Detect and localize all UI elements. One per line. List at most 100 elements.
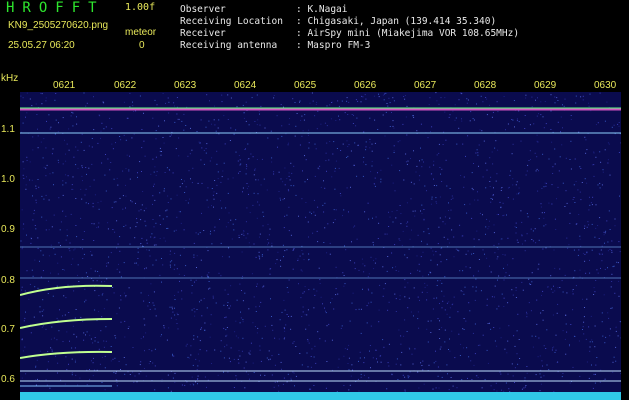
noise-speck: [478, 259, 480, 260]
noise-speck: [375, 349, 377, 351]
noise-speck: [432, 388, 434, 390]
noise-speck: [406, 225, 408, 227]
noise-speck: [230, 97, 232, 99]
noise-speck: [94, 337, 96, 338]
noise-speck: [447, 238, 449, 240]
noise-speck: [395, 266, 397, 268]
noise-speck: [42, 325, 44, 327]
noise-speck: [149, 308, 151, 310]
noise-speck: [116, 268, 118, 270]
noise-speck: [329, 141, 331, 142]
noise-speck: [350, 375, 352, 377]
noise-speck: [278, 353, 280, 355]
noise-speck: [235, 219, 237, 221]
noise-speck: [235, 151, 237, 153]
noise-speck: [258, 255, 260, 257]
noise-speck: [259, 113, 260, 115]
noise-speck: [152, 195, 154, 197]
noise-speck: [429, 97, 431, 99]
noise-speck: [467, 99, 469, 101]
noise-speck: [339, 119, 341, 121]
noise-speck: [35, 103, 37, 105]
noise-speck: [445, 159, 447, 161]
noise-speck: [619, 251, 621, 253]
noise-speck: [143, 140, 145, 142]
noise-speck: [224, 346, 226, 348]
noise-speck: [154, 199, 156, 201]
noise-speck: [58, 197, 60, 199]
noise-speck: [193, 335, 195, 337]
noise-speck: [176, 312, 178, 314]
noise-speck: [274, 337, 276, 339]
noise-speck: [540, 312, 542, 314]
noise-speck: [542, 248, 544, 250]
noise-speck: [289, 118, 290, 119]
noise-speck: [275, 263, 277, 265]
noise-speck: [248, 124, 250, 126]
noise-speck: [175, 319, 177, 321]
noise-speck: [54, 99, 56, 101]
noise-speck: [467, 377, 468, 379]
noise-speck: [301, 198, 303, 200]
noise-speck: [435, 201, 437, 203]
noise-speck: [247, 233, 249, 235]
noise-speck: [317, 206, 319, 208]
noise-speck: [204, 329, 206, 331]
noise-speck: [388, 301, 390, 303]
noise-speck: [371, 292, 373, 294]
noise-speck: [604, 268, 606, 270]
noise-speck: [43, 138, 45, 140]
noise-speck: [586, 182, 588, 184]
noise-speck: [383, 288, 385, 290]
noise-speck: [174, 307, 175, 309]
noise-speck: [507, 237, 509, 239]
noise-speck: [612, 361, 614, 363]
noise-speck: [69, 340, 70, 342]
noise-speck: [611, 249, 613, 251]
noise-speck: [263, 178, 265, 180]
noise-speck: [360, 373, 362, 375]
noise-speck: [441, 376, 443, 378]
noise-speck: [442, 300, 444, 302]
noise-speck: [174, 314, 176, 316]
noise-speck: [131, 201, 133, 203]
noise-speck: [51, 153, 53, 155]
noise-speck: [564, 98, 566, 100]
noise-speck: [221, 176, 223, 178]
noise-speck: [371, 165, 373, 167]
noise-speck: [287, 142, 289, 144]
noise-speck: [161, 258, 162, 259]
noise-speck: [499, 327, 501, 329]
noise-speck: [230, 127, 232, 129]
noise-speck: [417, 371, 419, 373]
noise-speck: [65, 160, 67, 162]
noise-speck: [359, 357, 361, 359]
noise-speck: [271, 355, 273, 357]
noise-speck: [336, 148, 338, 149]
noise-speck: [574, 336, 576, 337]
noise-speck: [343, 275, 345, 276]
noise-speck: [544, 101, 546, 102]
noise-speck: [355, 125, 357, 127]
noise-speck: [104, 174, 106, 176]
noise-speck: [40, 276, 42, 278]
noise-speck: [256, 159, 258, 160]
noise-speck: [129, 178, 131, 180]
noise-speck: [554, 290, 556, 292]
noise-speck: [557, 186, 559, 188]
noise-speck: [141, 204, 143, 206]
noise-speck: [365, 141, 367, 143]
noise-speck: [450, 377, 452, 378]
info-value: : AirSpy mini (Miakejima VOR 108.65MHz): [296, 28, 520, 39]
noise-speck: [248, 185, 250, 187]
noise-speck: [85, 202, 87, 204]
noise-speck: [290, 162, 292, 164]
noise-speck: [314, 143, 316, 145]
noise-speck: [579, 276, 581, 278]
noise-speck: [125, 168, 127, 170]
noise-speck: [433, 185, 435, 186]
noise-speck: [428, 233, 430, 235]
noise-speck: [105, 190, 107, 192]
noise-speck: [299, 101, 300, 103]
noise-speck: [77, 167, 79, 169]
